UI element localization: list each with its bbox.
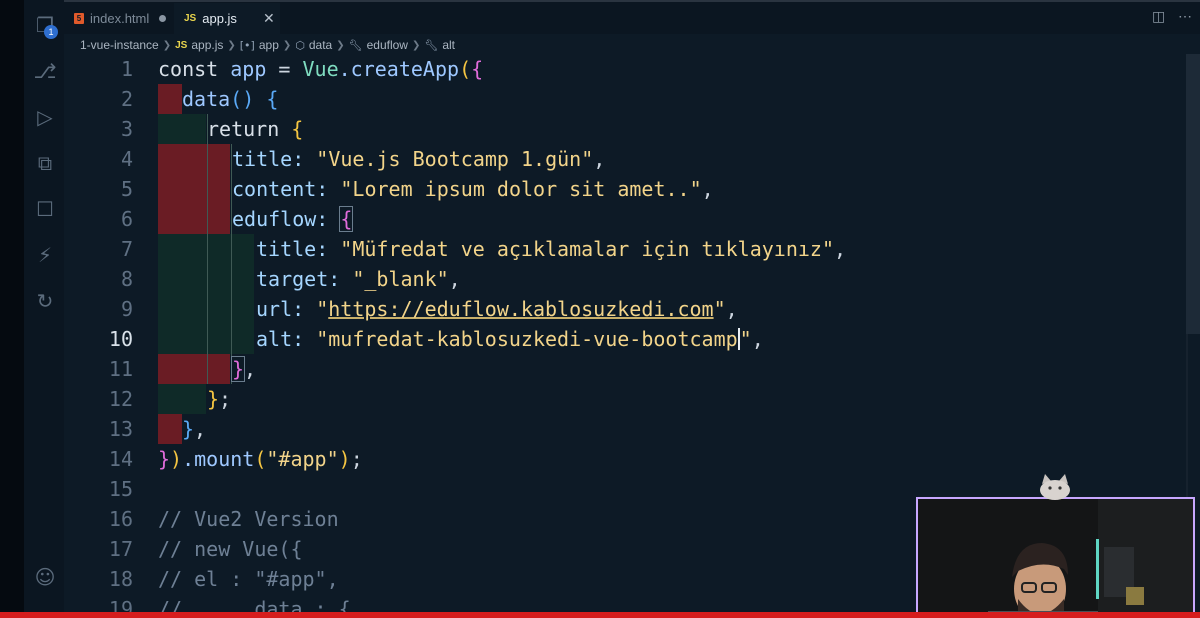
run-debug-icon[interactable]: ▷: [32, 104, 58, 130]
url-link[interactable]: https://eduflow.kablosuzkedi.com: [328, 297, 713, 321]
js-icon: JS: [184, 13, 197, 24]
code-line: 2 data() {: [64, 84, 1164, 114]
code-line: 1 const app = Vue.createApp({: [64, 54, 1164, 84]
lightning-icon[interactable]: ⚡: [32, 242, 58, 268]
cat-mascot-icon: [1040, 474, 1070, 500]
account-icon[interactable]: ☺: [32, 564, 58, 590]
webcam-person-image: [918, 499, 1193, 618]
line-number: 15: [108, 477, 133, 501]
line-number: 8: [120, 267, 133, 291]
code-line: 12 };: [64, 384, 1164, 414]
code-line: 9 url: "https://eduflow.kablosuzkedi.com…: [64, 294, 1164, 324]
modified-dot-icon: [159, 15, 167, 22]
source-control-icon[interactable]: ⎇: [32, 58, 58, 84]
line-number: 9: [120, 297, 133, 321]
video-progress-bar[interactable]: [0, 612, 1200, 618]
breadcrumb-eduflow[interactable]: eduflow: [367, 38, 408, 52]
code-line: 11 },: [64, 354, 1164, 384]
chevron-right-icon: ❯: [227, 39, 236, 51]
line-number: 18: [108, 567, 133, 591]
line-number: 3: [120, 117, 133, 141]
breadcrumb-folder[interactable]: 1-vue-instance: [80, 38, 159, 52]
property-wrench-icon: 🔧︎: [348, 38, 363, 52]
code-line: 14 }).mount("#app");: [64, 444, 1164, 474]
bookmark-icon[interactable]: ☐: [32, 196, 58, 222]
code-line: 13 },: [64, 414, 1164, 444]
line-number: 10: [108, 327, 133, 351]
outer-sidebar-strip: [0, 0, 24, 618]
chevron-right-icon: ❯: [162, 39, 172, 51]
tab-label: index.html: [90, 11, 150, 26]
js-icon: JS: [175, 39, 188, 51]
line-number: 1: [120, 57, 133, 81]
explorer-badge: 1: [44, 25, 58, 39]
line-number: 11: [108, 357, 133, 381]
breadcrumb-data[interactable]: data: [309, 38, 332, 52]
line-number: 17: [108, 537, 133, 561]
property-wrench-icon: 🔧︎: [424, 38, 439, 52]
remote-icon[interactable]: ↻: [32, 288, 58, 314]
code-line: 5 content: "Lorem ipsum dolor sit amet..…: [64, 174, 1164, 204]
close-icon[interactable]: ✕: [263, 11, 275, 27]
html5-icon: 5: [74, 13, 84, 24]
vertical-scrollbar[interactable]: [1186, 54, 1200, 334]
line-number: 4: [120, 147, 133, 171]
chevron-right-icon: ❯: [411, 39, 421, 51]
code-line: 6 eduflow: {: [64, 204, 1164, 234]
chevron-right-icon: ❯: [336, 39, 345, 51]
code-line: 7 title: "Müfredat ve açıklamalar için t…: [64, 234, 1164, 264]
method-cube-icon: ⬡: [295, 38, 305, 52]
split-editor-icon[interactable]: ◫: [1152, 9, 1168, 25]
line-number: 2: [120, 87, 133, 111]
variable-icon: [•]: [239, 38, 255, 52]
breadcrumb-alt[interactable]: alt: [442, 38, 455, 52]
code-line-active: 10 alt: "mufredat-kablosuzkedi-vue-bootc…: [64, 324, 1164, 354]
breadcrumb-app[interactable]: app: [259, 38, 279, 52]
line-number: 7: [120, 237, 133, 261]
tab-index-html[interactable]: 5 index.html: [74, 3, 184, 34]
line-number: 5: [120, 177, 133, 201]
breadcrumb: 1-vue-instance ❯ JS app.js ❯ [•] app ❯ ⬡…: [80, 36, 455, 54]
extensions-icon[interactable]: ⧉: [32, 150, 58, 176]
code-line: 3 return {: [64, 114, 1164, 144]
tab-bar: 5 index.html JS app.js ✕ ◫ ⋯: [64, 0, 1200, 34]
chevron-right-icon: ❯: [282, 39, 292, 51]
line-number: 12: [108, 387, 133, 411]
breadcrumb-file[interactable]: app.js: [191, 38, 223, 52]
line-number: 14: [108, 447, 133, 471]
line-number: 13: [108, 417, 133, 441]
code-line: 8 target: "_blank",: [64, 264, 1164, 294]
more-actions-icon[interactable]: ⋯: [1178, 8, 1192, 25]
code-line: 4 title: "Vue.js Bootcamp 1.gün",: [64, 144, 1164, 174]
line-number: 16: [108, 507, 133, 531]
tab-label: app.js: [202, 11, 237, 26]
webcam-overlay: [916, 497, 1195, 618]
line-number: 6: [120, 207, 133, 231]
tab-app-js[interactable]: JS app.js ✕: [174, 3, 280, 34]
